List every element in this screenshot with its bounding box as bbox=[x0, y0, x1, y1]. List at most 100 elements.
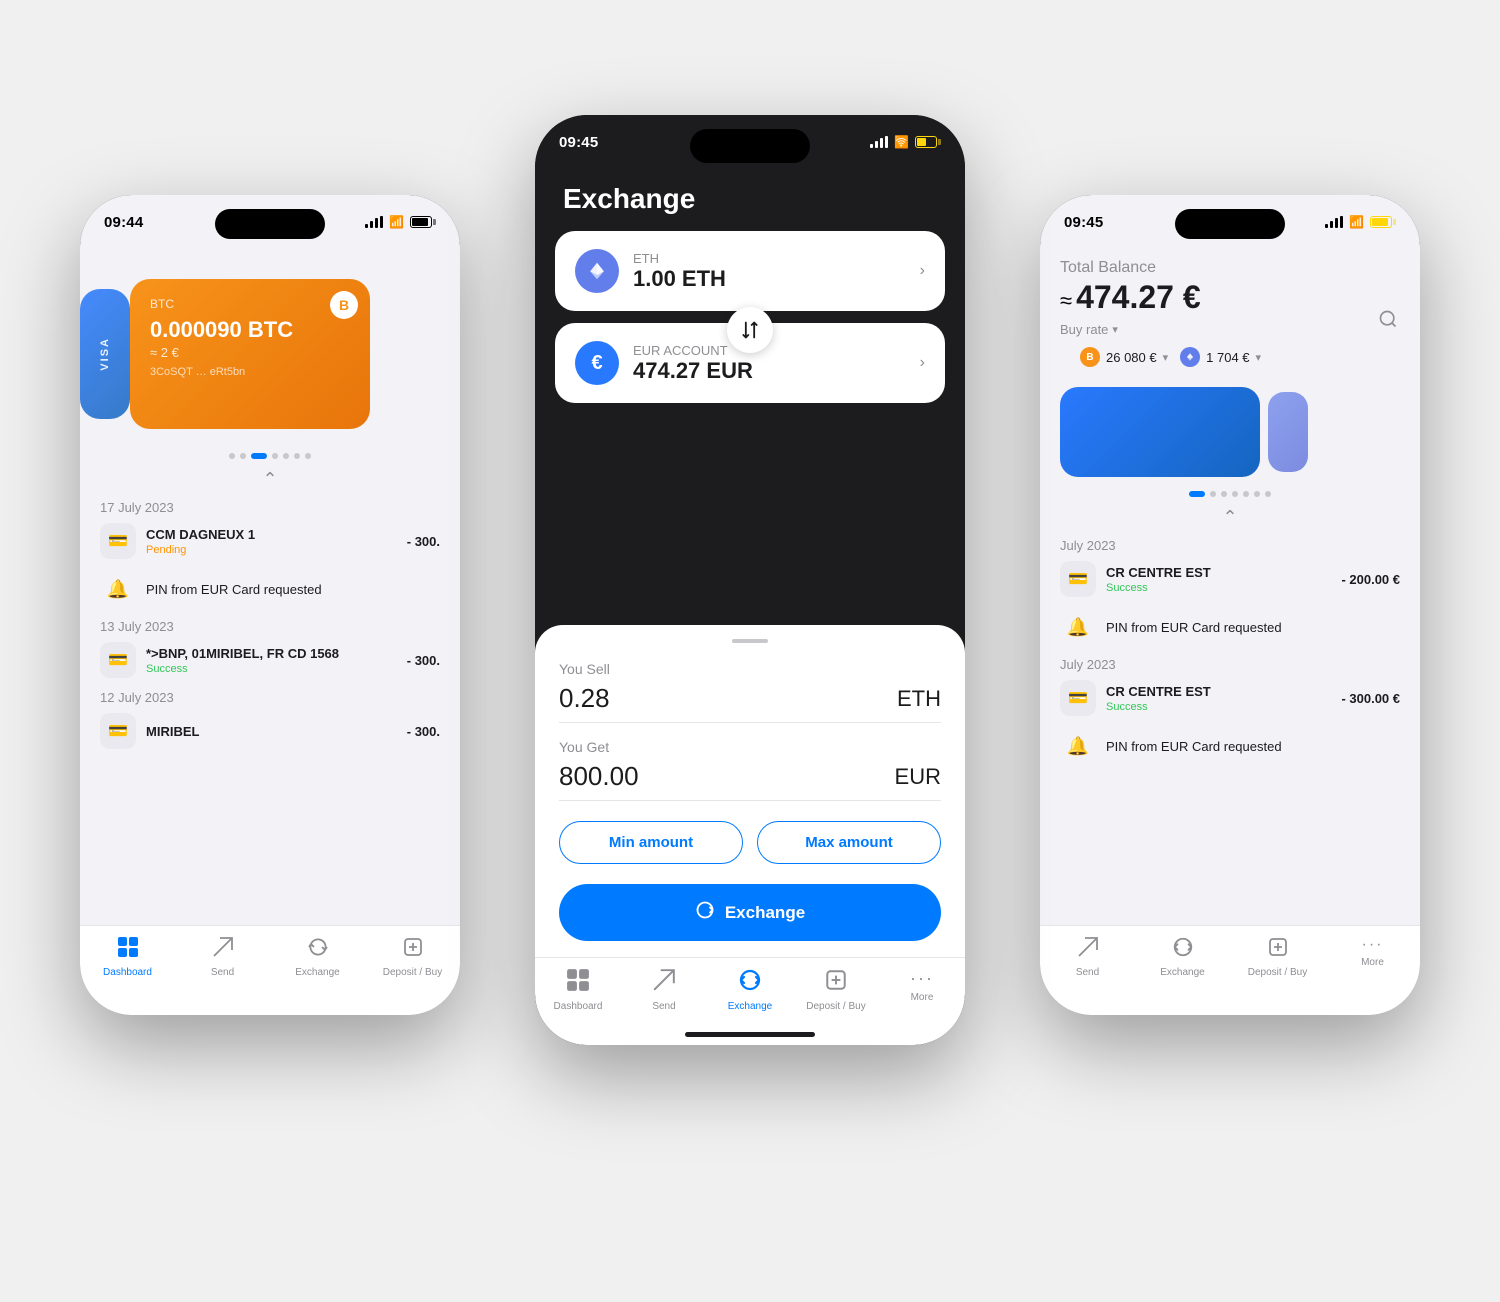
right-bell-icon-1: 🔔 bbox=[1060, 609, 1096, 645]
exchange-icon-center bbox=[738, 968, 762, 998]
dot-2 bbox=[240, 453, 246, 459]
left-signal bbox=[365, 216, 383, 228]
swap-toggle-button[interactable] bbox=[727, 307, 773, 353]
center-screen: 09:45 🛜 Exchange bbox=[535, 115, 965, 1045]
more-icon-right: ··· bbox=[1362, 936, 1384, 954]
amount-buttons: Min amount Max amount bbox=[559, 821, 941, 864]
left-chevron-up[interactable] bbox=[80, 459, 460, 500]
right-tx-name-2: CR CENTRE EST bbox=[1106, 684, 1331, 699]
right-dynamic-island bbox=[1175, 209, 1285, 239]
dot-7 bbox=[305, 453, 311, 459]
dashboard-icon-center bbox=[566, 968, 590, 998]
eth-swap-card[interactable]: ETH 1.00 ETH › bbox=[555, 231, 945, 311]
right-dot-1 bbox=[1189, 491, 1205, 497]
center-battery bbox=[915, 136, 941, 148]
eth-price-item[interactable]: 1 704 € ▾ bbox=[1180, 347, 1261, 367]
left-tx-status-1: Pending bbox=[146, 544, 397, 556]
center-bottom-nav: Dashboard Send bbox=[535, 957, 965, 1045]
you-sell-value[interactable]: 0.28 bbox=[559, 683, 610, 714]
center-home-indicator bbox=[685, 1032, 815, 1037]
left-tx-item-2[interactable]: 💳 *>BNP, 01MIRIBEL, FR CD 1568 Success -… bbox=[100, 642, 440, 678]
dot-3 bbox=[251, 453, 267, 459]
dot-1 bbox=[229, 453, 235, 459]
right-tx-icon-2: 💳 bbox=[1060, 680, 1096, 716]
right-nav-more-label: More bbox=[1361, 957, 1384, 968]
right-notif-2: 🔔 PIN from EUR Card requested bbox=[1060, 728, 1400, 764]
send-icon-right bbox=[1077, 936, 1099, 964]
right-nav-more[interactable]: ··· More bbox=[1325, 936, 1420, 968]
btc-price-item[interactable]: B 26 080 € ▾ bbox=[1080, 347, 1168, 367]
visa-card[interactable]: VISA bbox=[80, 289, 130, 419]
btc-card[interactable]: BTC 0.000090 BTC ≈ 2 € 3CoSQT … eRt5bn B bbox=[130, 279, 370, 429]
tilde-symbol: ≈ bbox=[1060, 288, 1072, 314]
right-tx-status-2: Success bbox=[1106, 701, 1331, 713]
you-get-row[interactable]: 800.00 EUR bbox=[559, 761, 941, 801]
center-time: 09:45 bbox=[559, 134, 598, 151]
center-nav-dashboard[interactable]: Dashboard bbox=[535, 968, 621, 1012]
left-nav-exchange-label: Exchange bbox=[295, 967, 339, 978]
left-wifi: 📶 bbox=[389, 215, 404, 229]
center-nav-exchange[interactable]: Exchange bbox=[707, 968, 793, 1012]
right-dot-5 bbox=[1243, 491, 1249, 497]
right-eth-card[interactable] bbox=[1268, 392, 1308, 472]
exchange-button[interactable]: Exchange bbox=[559, 884, 941, 941]
center-nav-send-label: Send bbox=[652, 1001, 675, 1012]
exchange-icon-left bbox=[307, 936, 329, 964]
min-amount-button[interactable]: Min amount bbox=[559, 821, 743, 864]
panel-handle bbox=[732, 639, 768, 643]
search-button[interactable] bbox=[1372, 303, 1404, 335]
left-tx-icon-1: 💳 bbox=[100, 523, 136, 559]
left-tx-item-1[interactable]: 💳 CCM DAGNEUX 1 Pending - 300. bbox=[100, 523, 440, 559]
left-nav-exchange[interactable]: Exchange bbox=[270, 936, 365, 978]
right-status-icons: 📶 bbox=[1325, 215, 1396, 229]
eur-coin-info: EUR ACCOUNT 474.27 EUR bbox=[633, 343, 753, 384]
left-nav-dashboard[interactable]: Dashboard bbox=[80, 936, 175, 978]
left-tx-amount-3: - 300. bbox=[407, 724, 440, 739]
right-signal bbox=[1325, 216, 1343, 228]
you-get-currency: EUR bbox=[895, 764, 941, 790]
left-tx-info-1: CCM DAGNEUX 1 Pending bbox=[146, 527, 397, 556]
right-nav-send[interactable]: Send bbox=[1040, 936, 1135, 978]
right-date-2: July 2023 bbox=[1060, 657, 1400, 672]
center-nav-deposit[interactable]: Deposit / Buy bbox=[793, 968, 879, 1012]
right-carousel[interactable] bbox=[1040, 377, 1420, 487]
crypto-prices: B 26 080 € ▾ 1 704 € ▾ bbox=[1060, 347, 1400, 367]
max-amount-button[interactable]: Max amount bbox=[757, 821, 941, 864]
center-dynamic-island bbox=[690, 129, 810, 163]
eth-price-badge bbox=[1180, 347, 1200, 367]
left-tx-icon-2: 💳 bbox=[100, 642, 136, 678]
left-time: 09:44 bbox=[104, 214, 143, 231]
right-tx-item-1[interactable]: 💳 CR CENTRE EST Success - 200.00 € bbox=[1060, 561, 1400, 597]
you-sell-row[interactable]: 0.28 ETH bbox=[559, 683, 941, 723]
right-header: Total Balance ≈ 474.27 € Buy rate ▾ B 26… bbox=[1040, 249, 1420, 367]
right-tx-item-2[interactable]: 💳 CR CENTRE EST Success - 300.00 € bbox=[1060, 680, 1400, 716]
left-nav-send-label: Send bbox=[211, 967, 234, 978]
btc-card-addr: 3CoSQT … eRt5bn bbox=[150, 366, 350, 378]
eth-price-chevron: ▾ bbox=[1256, 351, 1262, 364]
right-blue-card[interactable] bbox=[1060, 387, 1260, 477]
left-notif-1: 🔔 PIN from EUR Card requested bbox=[100, 571, 440, 607]
right-nav-exchange[interactable]: Exchange bbox=[1135, 936, 1230, 978]
right-nav-deposit[interactable]: Deposit / Buy bbox=[1230, 936, 1325, 978]
right-content: Total Balance ≈ 474.27 € Buy rate ▾ B 26… bbox=[1040, 249, 1420, 1015]
left-date-3: 12 July 2023 bbox=[100, 690, 440, 705]
left-card-carousel[interactable]: VISA BTC 0.000090 BTC ≈ 2 € 3CoSQT … eRt… bbox=[80, 249, 460, 449]
page-title: Exchange bbox=[535, 175, 965, 231]
right-dot-2 bbox=[1210, 491, 1216, 497]
right-dot-6 bbox=[1254, 491, 1260, 497]
right-chevron-up[interactable] bbox=[1040, 497, 1420, 538]
right-tx-amount-1: - 200.00 € bbox=[1341, 572, 1400, 587]
dot-6 bbox=[294, 453, 300, 459]
left-nav-deposit[interactable]: Deposit / Buy bbox=[365, 936, 460, 978]
right-notif-text-1: PIN from EUR Card requested bbox=[1106, 620, 1282, 635]
center-nav-dashboard-label: Dashboard bbox=[554, 1001, 603, 1012]
total-balance-amount: 474.27 € bbox=[1076, 279, 1201, 316]
left-nav-send[interactable]: Send bbox=[175, 936, 270, 978]
center-nav-send[interactable]: Send bbox=[621, 968, 707, 1012]
left-battery bbox=[410, 216, 436, 228]
left-tx-item-3[interactable]: 💳 MIRIBEL - 300. bbox=[100, 713, 440, 749]
buy-rate-row[interactable]: Buy rate ▾ bbox=[1060, 322, 1400, 337]
center-nav-more[interactable]: ··· More bbox=[879, 968, 965, 1003]
you-get-value[interactable]: 800.00 bbox=[559, 761, 639, 792]
exchange-btn-icon bbox=[695, 900, 715, 925]
